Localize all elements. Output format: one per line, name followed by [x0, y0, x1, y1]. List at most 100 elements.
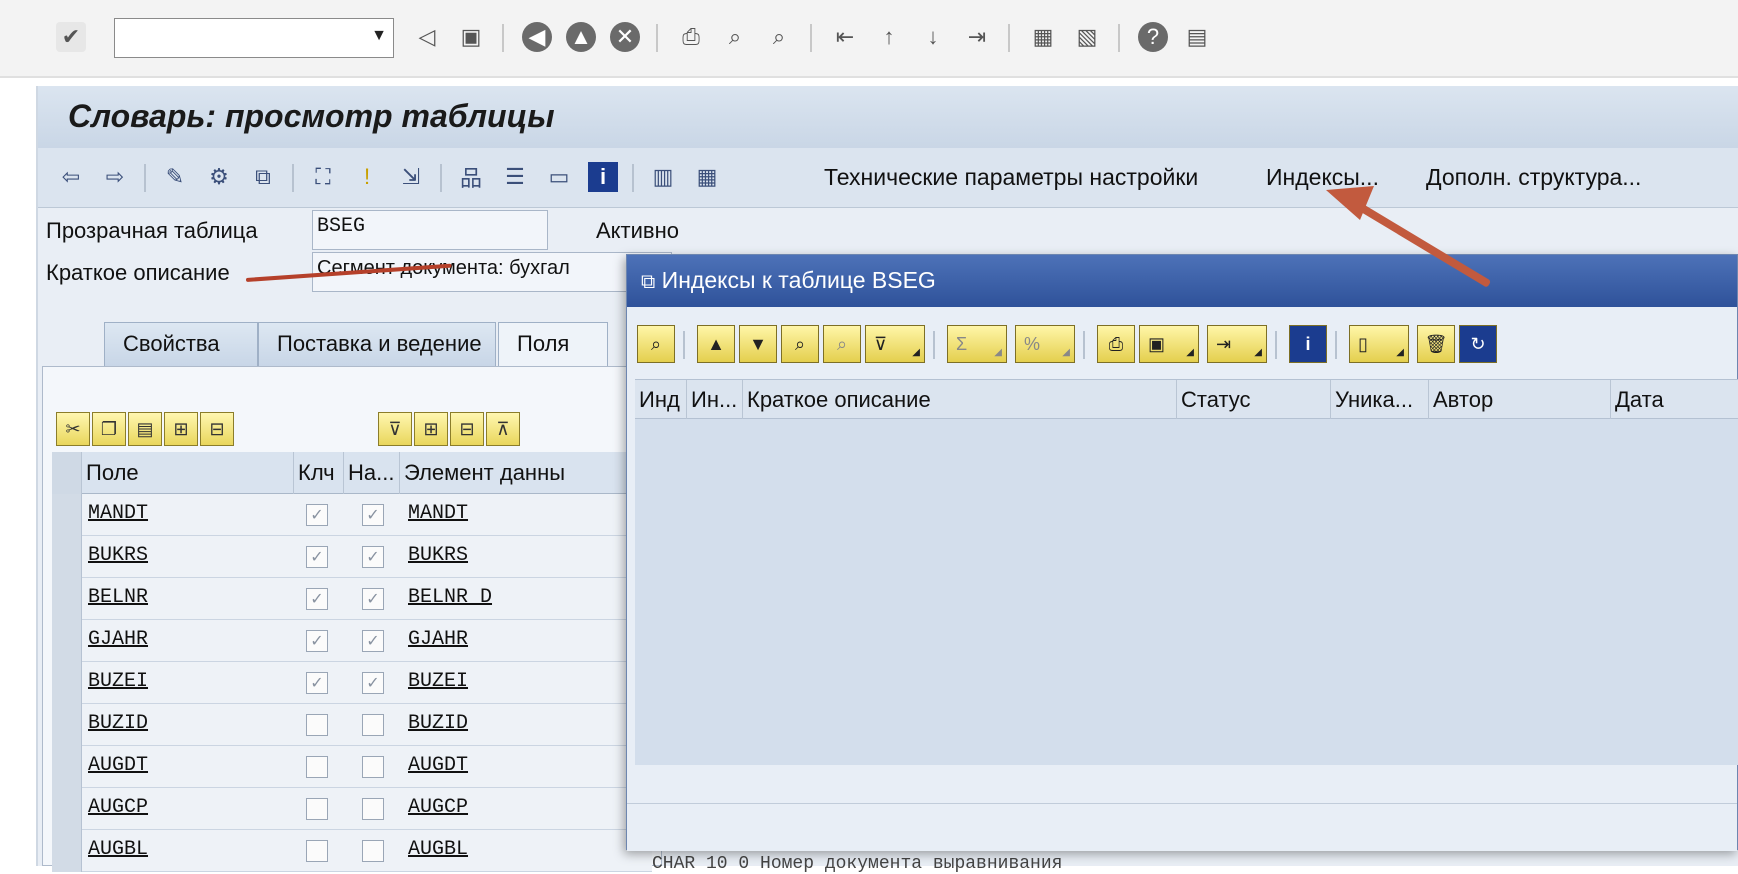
- initial-checkbox[interactable]: [362, 840, 384, 862]
- expand-icon[interactable]: ⊞: [414, 412, 448, 446]
- indexes-table-body[interactable]: [635, 419, 1738, 765]
- data-element[interactable]: MANDT: [408, 502, 468, 525]
- back-icon[interactable]: ◀: [522, 22, 552, 52]
- other-object-icon[interactable]: ⚙: [204, 162, 234, 192]
- row-selector[interactable]: [52, 536, 82, 578]
- subtotal-icon[interactable]: % ◢: [1015, 325, 1075, 363]
- print-icon[interactable]: ⎙: [676, 22, 706, 52]
- initial-checkbox[interactable]: [362, 798, 384, 820]
- copy-icon[interactable]: ❐: [92, 412, 126, 446]
- table-row[interactable]: AUGCP AUGCP: [52, 788, 652, 830]
- find-next-icon[interactable]: ⌕: [823, 325, 861, 363]
- info-icon[interactable]: i: [1289, 325, 1327, 363]
- header-initial[interactable]: На...: [344, 452, 400, 494]
- header-select[interactable]: [52, 452, 82, 494]
- header-data-element[interactable]: Элемент данны: [400, 452, 652, 494]
- header-field[interactable]: Поле: [82, 452, 294, 494]
- row-selector[interactable]: [52, 746, 82, 788]
- table-icon[interactable]: ▭: [544, 162, 574, 192]
- data-element[interactable]: BELNR_D: [408, 586, 492, 609]
- first-page-icon[interactable]: ⇤: [830, 22, 860, 52]
- field-name[interactable]: AUGBL: [88, 838, 148, 861]
- tab-delivery[interactable]: Поставка и ведение: [258, 322, 496, 366]
- header-status[interactable]: Статус: [1177, 380, 1331, 420]
- tech-settings-button[interactable]: Технические параметры настройки: [824, 164, 1198, 191]
- forward-arrow-icon[interactable]: ⇨: [100, 162, 130, 192]
- initial-checkbox[interactable]: ✓: [362, 546, 384, 568]
- exit-icon[interactable]: ▲: [566, 22, 596, 52]
- export-icon[interactable]: ⇥ ◢: [1207, 325, 1267, 363]
- sort-ascending-icon[interactable]: ▲: [697, 325, 735, 363]
- field-name[interactable]: BUKRS: [88, 544, 148, 567]
- data-element[interactable]: GJAHR: [408, 628, 468, 651]
- field-name[interactable]: MANDT: [88, 502, 148, 525]
- row-selector[interactable]: [52, 494, 82, 536]
- header-short-description[interactable]: Краткое описание: [743, 380, 1177, 420]
- table-row[interactable]: BELNR ✓ ✓ BELNR_D: [52, 578, 652, 620]
- paste-icon[interactable]: ▤: [128, 412, 162, 446]
- header-key[interactable]: Клч: [294, 452, 344, 494]
- row-selector[interactable]: [52, 704, 82, 746]
- structure-icon[interactable]: ▥: [648, 162, 678, 192]
- navigate-icon[interactable]: ⇲: [396, 162, 426, 192]
- find-icon[interactable]: ⌕: [720, 22, 750, 52]
- next-page-icon[interactable]: ↓: [918, 22, 948, 52]
- key-checkbox[interactable]: [306, 756, 328, 778]
- header-unique[interactable]: Уника...: [1331, 380, 1429, 420]
- key-checkbox[interactable]: [306, 714, 328, 736]
- initial-checkbox[interactable]: ✓: [362, 630, 384, 652]
- grid-icon[interactable]: ▦: [692, 162, 722, 192]
- header-index[interactable]: Инд: [635, 380, 687, 420]
- data-element[interactable]: BUZEI: [408, 670, 468, 693]
- create-icon[interactable]: ▯ ◢: [1349, 325, 1409, 363]
- key-checkbox[interactable]: [306, 840, 328, 862]
- row-selector[interactable]: [52, 620, 82, 662]
- data-element[interactable]: BUKRS: [408, 544, 468, 567]
- table-row[interactable]: BUKRS ✓ ✓ BUKRS: [52, 536, 652, 578]
- chevron-down-icon[interactable]: ▼: [371, 27, 387, 45]
- details-icon[interactable]: ⌕: [637, 325, 675, 363]
- field-name[interactable]: BUZID: [88, 712, 148, 735]
- table-row[interactable]: GJAHR ✓ ✓ GJAHR: [52, 620, 652, 662]
- find-icon[interactable]: ⌕: [781, 325, 819, 363]
- back-arrow-icon[interactable]: ⇦: [56, 162, 86, 192]
- new-session-icon[interactable]: ▦: [1028, 22, 1058, 52]
- key-checkbox[interactable]: ✓: [306, 588, 328, 610]
- delete-row-icon[interactable]: ⊟: [200, 412, 234, 446]
- row-selector[interactable]: [52, 788, 82, 830]
- insert-row-icon[interactable]: ⊞: [164, 412, 198, 446]
- layout-icon[interactable]: ▤: [1182, 22, 1212, 52]
- tab-fields[interactable]: Поля: [498, 322, 608, 366]
- activate-icon[interactable]: !: [352, 162, 382, 192]
- collapse-icon[interactable]: ◁: [412, 22, 442, 52]
- data-element[interactable]: BUZID: [408, 712, 468, 735]
- print-preview-icon[interactable]: ⎙: [1097, 325, 1135, 363]
- scroll-top-icon[interactable]: ⊼: [486, 412, 520, 446]
- initial-checkbox[interactable]: [362, 756, 384, 778]
- table-row[interactable]: MANDT ✓ ✓ MANDT: [52, 494, 652, 536]
- hierarchy-icon[interactable]: 品: [456, 162, 486, 192]
- table-row[interactable]: BUZID BUZID: [52, 704, 652, 746]
- save-icon[interactable]: ▣: [456, 22, 486, 52]
- table-row[interactable]: BUZEI ✓ ✓ BUZEI: [52, 662, 652, 704]
- help-icon[interactable]: ?: [1138, 22, 1168, 52]
- sort-icon[interactable]: ⊽: [378, 412, 412, 446]
- find-next-icon[interactable]: ⌕: [764, 22, 794, 52]
- append-structure-button[interactable]: Дополн. структура...: [1426, 164, 1641, 191]
- display-change-icon[interactable]: ✎: [160, 162, 190, 192]
- key-checkbox[interactable]: [306, 798, 328, 820]
- header-index-type[interactable]: Ин...: [687, 380, 743, 420]
- sum-icon[interactable]: Σ ◢: [947, 325, 1007, 363]
- key-checkbox[interactable]: ✓: [306, 672, 328, 694]
- initial-checkbox[interactable]: ✓: [362, 588, 384, 610]
- collapse-all-icon[interactable]: ⊟: [450, 412, 484, 446]
- tab-properties[interactable]: Свойства: [104, 322, 258, 366]
- row-selector[interactable]: [52, 662, 82, 704]
- check-icon[interactable]: ✔: [56, 22, 86, 52]
- field-name[interactable]: BUZEI: [88, 670, 148, 693]
- key-checkbox[interactable]: ✓: [306, 546, 328, 568]
- cut-icon[interactable]: ✂: [56, 412, 90, 446]
- header-date[interactable]: Дата: [1611, 380, 1738, 420]
- field-name[interactable]: BELNR: [88, 586, 148, 609]
- field-name[interactable]: AUGDT: [88, 754, 148, 777]
